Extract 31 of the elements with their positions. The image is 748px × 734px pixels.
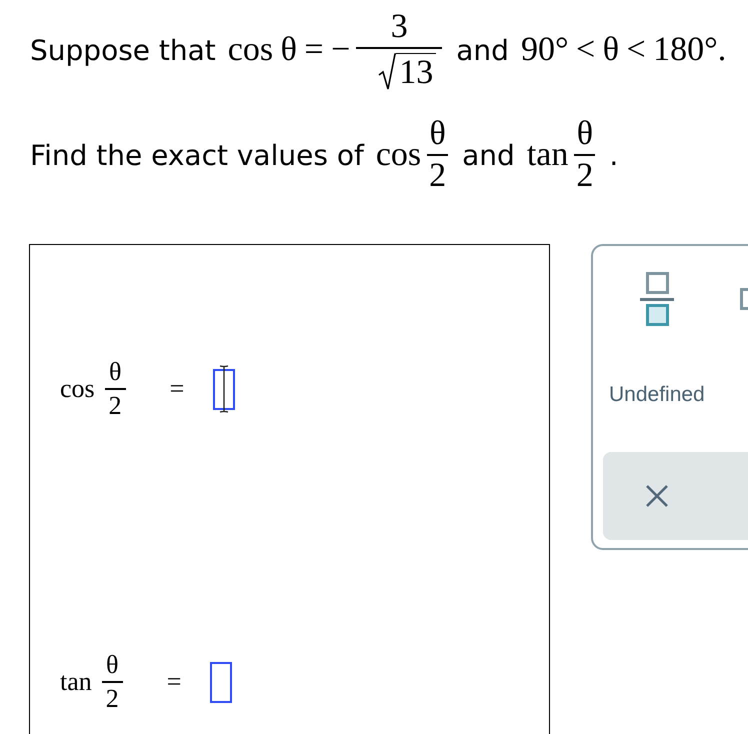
fraction-numerator: 3 (390, 7, 409, 47)
fraction-numerator: θ (108, 356, 122, 388)
fraction-denominator: 2 (104, 682, 120, 715)
radical-sign-icon (378, 53, 396, 91)
math-expression: cos (376, 136, 422, 174)
fraction-template-button[interactable] (640, 272, 674, 326)
fraction-numerator: θ (105, 649, 120, 682)
question-text: Find the exact values of (30, 138, 364, 172)
function-name: tan (60, 667, 92, 697)
fraction-denominator: 2 (428, 156, 448, 196)
fraction-template-icon (640, 272, 674, 326)
text-cursor-icon (219, 364, 230, 412)
math-expression: cos θ = − (228, 31, 350, 69)
undefined-button[interactable]: Undefined (609, 383, 705, 407)
equals-sign: = (170, 374, 184, 404)
question-text: and (456, 34, 509, 66)
close-icon (645, 484, 669, 508)
question-text: . (609, 138, 618, 172)
function-name: cos (60, 374, 95, 404)
equals-sign: = (166, 667, 182, 697)
answer-field[interactable] (210, 662, 232, 702)
fraction-numerator: θ (576, 114, 594, 154)
answer-field[interactable] (213, 368, 236, 410)
fraction-denominator: 2 (575, 156, 594, 196)
fraction-numerator: θ (428, 114, 447, 154)
math-expression: tan (526, 136, 568, 174)
fraction-denominator: 2 (108, 390, 123, 422)
question-text: and (462, 138, 515, 172)
fraction-denominator: 13 (396, 53, 436, 93)
math-expression: 90° < θ < 180°. (520, 31, 726, 69)
question-text: Suppose that (30, 34, 216, 66)
